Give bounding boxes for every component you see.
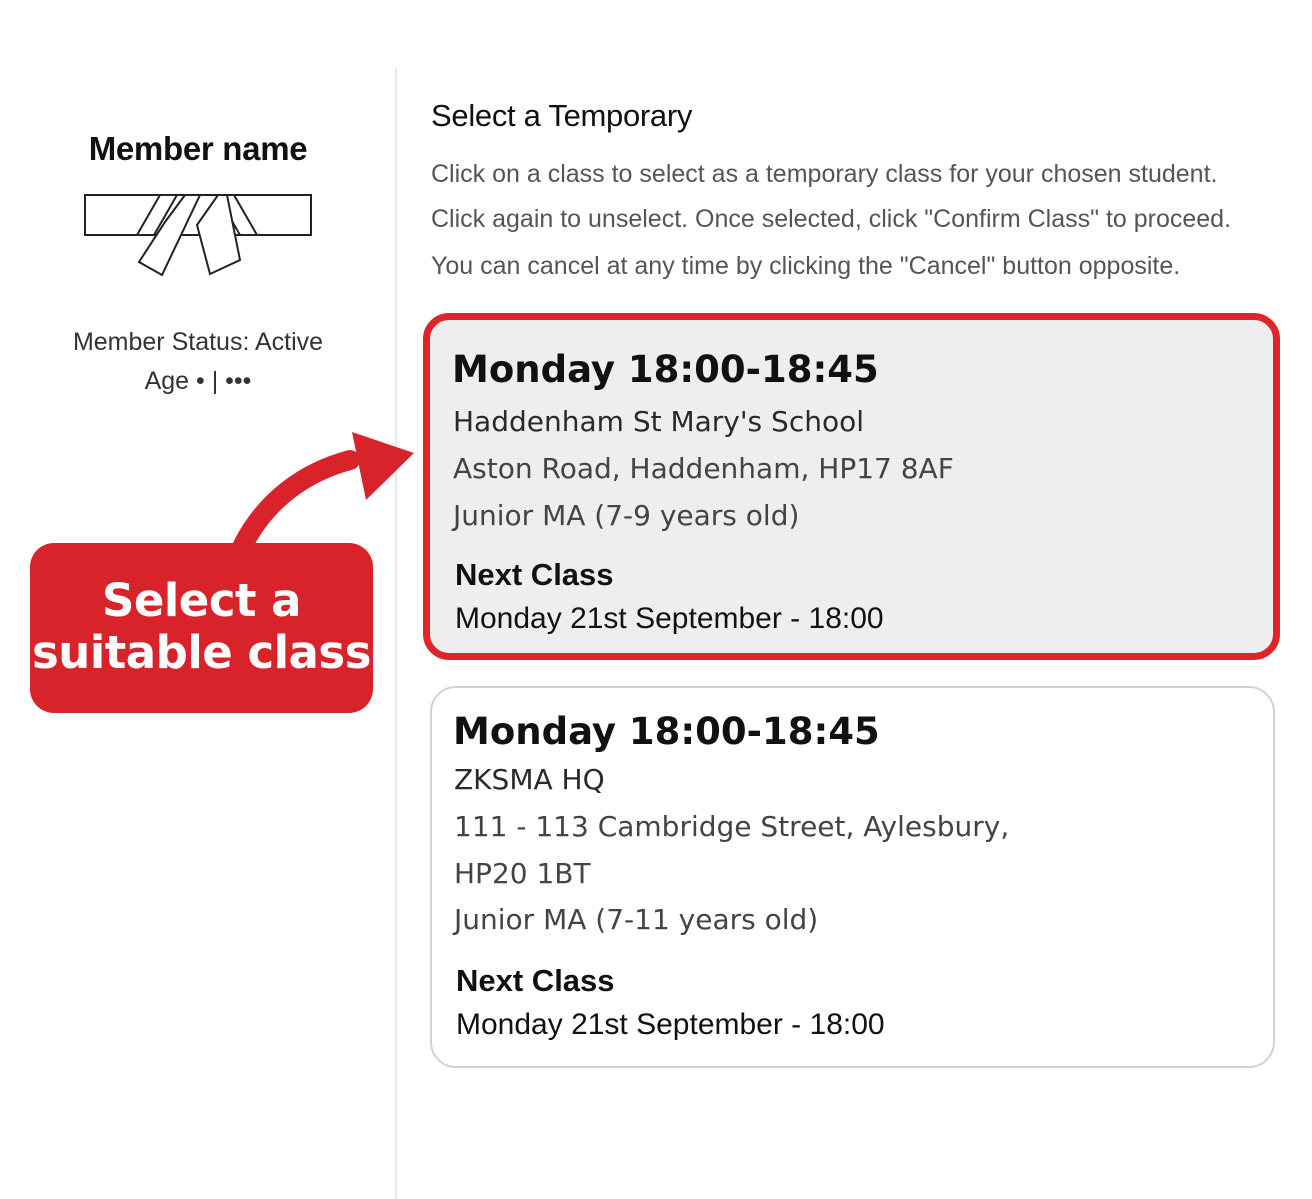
class-time: Monday 18:00-18:45 bbox=[453, 710, 880, 753]
callout-line-1: Select a bbox=[101, 574, 302, 627]
class-group: Junior MA (7-11 years old) bbox=[454, 903, 819, 936]
instruction-text: Click on a class to select as a temporar… bbox=[431, 160, 1218, 188]
class-group: Junior MA (7-9 years old) bbox=[453, 499, 800, 532]
page-title: Select a Temporary bbox=[431, 98, 693, 133]
class-venue: Haddenham St Mary's School bbox=[453, 405, 865, 438]
next-class-date: Monday 21st September - 18:00 bbox=[455, 602, 884, 635]
class-address: HP20 1BT bbox=[454, 857, 591, 890]
next-class-date: Monday 21st September - 18:00 bbox=[456, 1008, 885, 1041]
class-card[interactable]: Monday 18:00-18:45 ZKSMA HQ 111 - 113 Ca… bbox=[430, 686, 1275, 1068]
callout-badge: Select a suitable class bbox=[30, 543, 373, 713]
main-panel: Select a Temporary Click on a class to s… bbox=[397, 0, 1312, 1199]
class-card-selected[interactable]: Monday 18:00-18:45 Haddenham St Mary's S… bbox=[423, 313, 1280, 660]
next-class-label: Next Class bbox=[455, 557, 614, 592]
class-address: Aston Road, Haddenham, HP17 8AF bbox=[453, 452, 954, 485]
callout-arrow-icon bbox=[233, 432, 414, 555]
next-class-label: Next Class bbox=[456, 963, 615, 998]
class-venue: ZKSMA HQ bbox=[454, 763, 605, 796]
class-time: Monday 18:00-18:45 bbox=[452, 348, 879, 391]
instruction-text: Click again to unselect. Once selected, … bbox=[431, 205, 1232, 233]
class-address: 111 - 113 Cambridge Street, Aylesbury, bbox=[454, 810, 1010, 843]
callout-line-2: suitable class bbox=[32, 626, 371, 679]
instruction-text: You can cancel at any time by clicking t… bbox=[431, 252, 1181, 280]
